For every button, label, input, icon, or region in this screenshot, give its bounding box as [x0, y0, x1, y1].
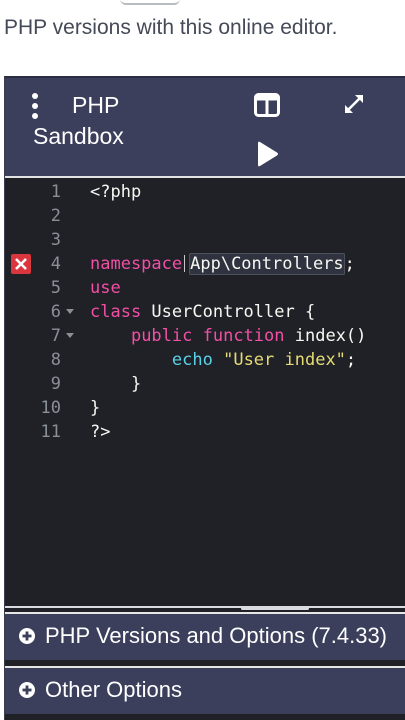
- line-number: 1: [50, 182, 61, 202]
- code-line[interactable]: 7 public function index(): [5, 324, 405, 348]
- code-line[interactable]: 11 ?>: [5, 420, 405, 444]
- code-token: public: [130, 326, 193, 346]
- php-sandbox-widget: PHP Sandbox 1 <?php 2 3 4 namespace App\…: [4, 76, 405, 720]
- code-line[interactable]: 2: [5, 204, 405, 228]
- cropped-element: [120, 0, 180, 5]
- line-number: 7: [50, 326, 61, 346]
- code-token: }: [90, 374, 142, 394]
- text-cursor-icon: [184, 255, 187, 272]
- fold-toggle-icon[interactable]: [66, 333, 74, 338]
- code-token: ?>: [90, 422, 111, 442]
- line-number: 2: [50, 206, 61, 226]
- intro-text: PHP versions with this online editor.: [4, 16, 338, 39]
- code-line[interactable]: 6 class UserController {: [5, 300, 405, 324]
- line-number: 9: [50, 374, 61, 394]
- code-text: <?php: [90, 180, 141, 204]
- code-token: ;: [345, 350, 357, 370]
- title-line-1: PHP: [72, 92, 120, 118]
- code-token: function: [202, 326, 285, 346]
- other-options-section[interactable]: Other Options: [5, 666, 405, 714]
- line-number: 8: [50, 350, 61, 370]
- code-line[interactable]: 4 namespace App\Controllers;: [5, 252, 405, 276]
- split-layout-icon[interactable]: [254, 93, 280, 117]
- code-line[interactable]: 9 }: [5, 372, 405, 396]
- top-edge: [0, 0, 405, 8]
- line-number: 3: [50, 230, 61, 250]
- code-text: class UserController {: [90, 300, 315, 324]
- code-token: echo: [171, 350, 213, 370]
- php-versions-section[interactable]: PHP Versions and Options (7.4.33): [5, 612, 405, 660]
- code-token: UserController {: [141, 302, 316, 322]
- fold-toggle-icon[interactable]: [66, 309, 74, 314]
- code-token: <?php: [90, 182, 142, 202]
- plus-circle-icon: [19, 628, 35, 644]
- code-token: "User index": [223, 350, 346, 370]
- line-number: 4: [50, 254, 61, 274]
- code-text: use: [90, 276, 121, 300]
- code-token: index(): [284, 326, 367, 346]
- code-line[interactable]: 1 <?php: [5, 180, 405, 204]
- other-options-label: Other Options: [45, 677, 182, 702]
- code-text: ?>: [90, 420, 110, 444]
- code-line[interactable]: 10}: [5, 396, 405, 420]
- resize-grip[interactable]: [241, 607, 309, 610]
- code-line[interactable]: 5 use: [5, 276, 405, 300]
- expand-icon[interactable]: [342, 92, 366, 116]
- line-number: 11: [40, 422, 61, 442]
- code-line[interactable]: 8 echo "User index";: [5, 348, 405, 372]
- sandbox-title: PHP Sandbox: [33, 90, 143, 152]
- code-token: }: [90, 398, 101, 418]
- code-token: use: [90, 278, 121, 298]
- code-token: namespace: [90, 254, 183, 274]
- sandbox-header: PHP Sandbox: [5, 76, 405, 176]
- php-versions-label: PHP Versions and Options (7.4.33): [45, 623, 388, 648]
- page: PHP versions with this online editor. PH…: [0, 0, 405, 720]
- code-text: }: [90, 372, 141, 396]
- code-token: App\Controllers: [189, 253, 345, 275]
- play-icon[interactable]: [254, 140, 280, 168]
- code-token: ;: [344, 254, 355, 274]
- code-text: public function index(): [90, 324, 366, 348]
- line-number: 10: [40, 398, 61, 418]
- code-line[interactable]: 3: [5, 228, 405, 252]
- code-text: }: [90, 396, 100, 420]
- code-editor[interactable]: 1 <?php 2 3 4 namespace App\Controllers; 5 use 6 c…: [5, 176, 405, 606]
- title-line-2: Sandbox: [33, 123, 124, 149]
- plus-circle-icon: [19, 682, 35, 698]
- code-text: namespace App\Controllers;: [90, 252, 355, 276]
- line-number: 5: [50, 278, 61, 298]
- line-number: 6: [50, 302, 61, 322]
- code-text: echo "User index";: [90, 348, 356, 372]
- code-token: class: [90, 302, 142, 322]
